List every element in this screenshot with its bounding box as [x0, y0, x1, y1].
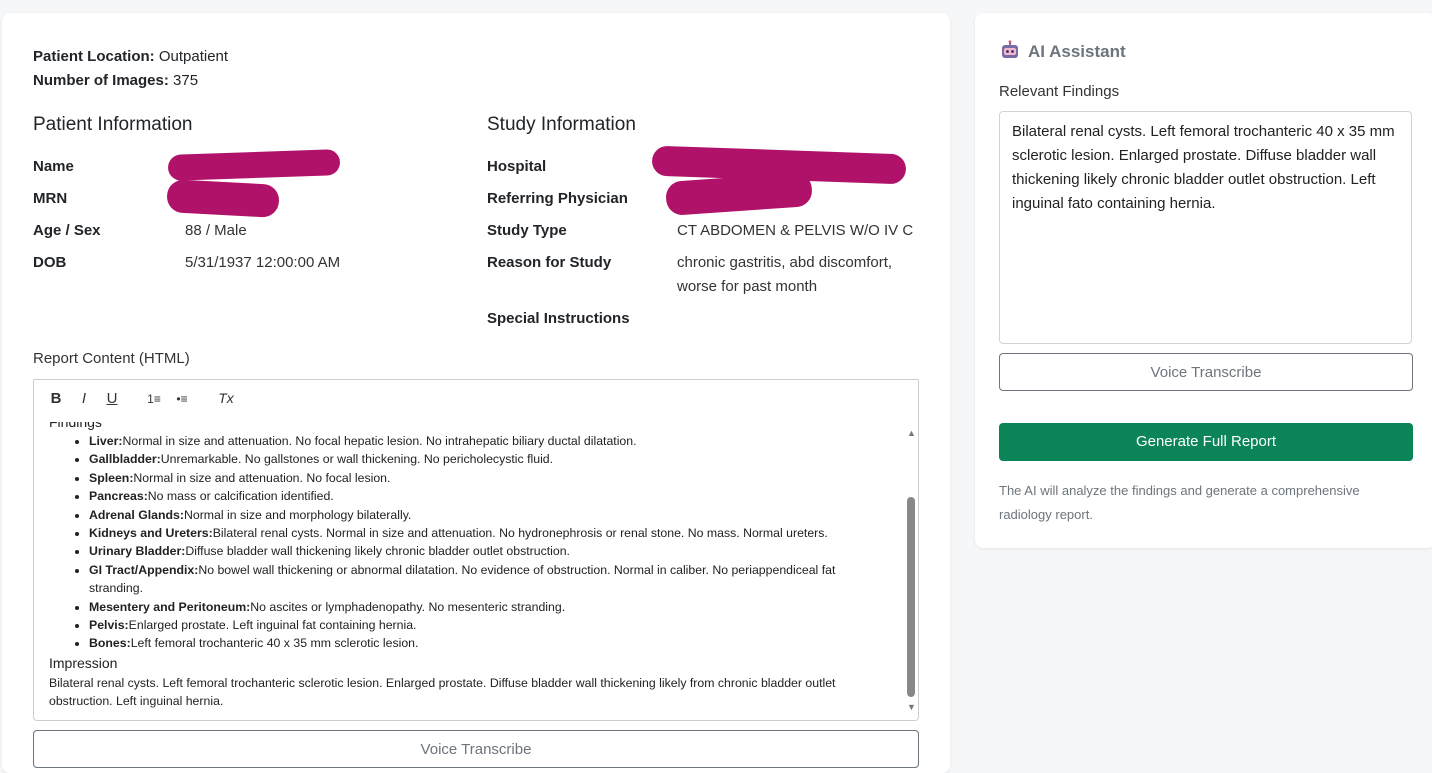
finding-item: Urinary Bladder:Diffuse bladder wall thi…: [89, 542, 889, 560]
finding-text: No ascites or lymphadenopathy. No mesent…: [250, 599, 566, 614]
finding-text: Bilateral renal cysts. Normal in size an…: [212, 526, 828, 541]
dob-label: DOB: [33, 254, 67, 271]
bullet-list-button[interactable]: •≡: [172, 392, 192, 406]
relevant-findings-textarea[interactable]: Bilateral renal cysts. Left femoral troc…: [999, 111, 1412, 344]
finding-item: Bones:Left femoral trochanteric 40 x 35 …: [89, 634, 889, 652]
relevant-findings-label: Relevant Findings: [999, 83, 1120, 100]
dob-value: 5/31/1937 12:00:00 AM: [185, 254, 341, 271]
finding-text: No mass or calcification identified.: [147, 489, 334, 504]
finding-organ: Liver:: [89, 434, 123, 448]
ai-voice-transcribe-button[interactable]: Voice Transcribe: [999, 353, 1413, 391]
finding-item: Mesentery and Peritoneum:No ascites or l…: [89, 598, 889, 616]
editor-scrollbar[interactable]: ▲ ▼: [904, 422, 918, 720]
finding-text: Enlarged prostate. Left inguinal fat con…: [128, 618, 417, 633]
number-of-images: Number of Images: 375: [33, 72, 198, 89]
hospital-label: Hospital: [487, 158, 547, 175]
impression-heading: Impression: [49, 654, 118, 671]
name-label: Name: [33, 158, 74, 175]
finding-organ: Pancreas:: [89, 489, 148, 504]
finding-text: Unremarkable. No gallstones or wall thic…: [160, 452, 554, 467]
study-type-label: Study Type: [487, 222, 567, 239]
editor-content[interactable]: Findings Liver:Normal in size and attenu…: [49, 422, 889, 710]
redaction-mark: [167, 149, 341, 181]
patient-info-title: Patient Information: [33, 114, 193, 135]
ordered-list-button[interactable]: 1≡: [144, 392, 164, 406]
study-type-value: CT ABDOMEN & PELVIS W/O IV C: [677, 222, 914, 239]
scroll-up-arrow-icon[interactable]: ▲: [907, 428, 916, 438]
redaction-mark: [664, 171, 814, 217]
finding-item: Spleen:Normal in size and attenuation. N…: [89, 469, 889, 487]
finding-item: Gallbladder:Unremarkable. No gallstones …: [89, 450, 889, 468]
reason-label: Reason for Study: [487, 254, 612, 271]
finding-organ: Mesentery and Peritoneum:: [89, 599, 251, 614]
robot-icon: [1002, 40, 1018, 58]
finding-organ: Spleen:: [89, 470, 134, 485]
finding-item: Pancreas:No mass or calcification identi…: [89, 487, 889, 505]
age-sex-label: Age / Sex: [33, 222, 101, 239]
finding-text: Normal in size and morphology bilaterall…: [183, 507, 412, 522]
scroll-thumb[interactable]: [907, 497, 915, 697]
bold-button[interactable]: B: [46, 390, 66, 407]
finding-text: Diffuse bladder wall thickening likely c…: [185, 544, 570, 559]
special-instructions-label: Special Instructions: [487, 310, 630, 327]
redaction-mark: [166, 179, 280, 218]
report-content-label: Report Content (HTML): [33, 350, 190, 367]
ai-assistant-title: AI Assistant: [1028, 42, 1126, 61]
underline-button[interactable]: U: [102, 390, 122, 407]
finding-text: Normal in size and attenuation. No focal…: [122, 434, 637, 448]
report-voice-transcribe-button[interactable]: Voice Transcribe: [33, 730, 919, 768]
finding-organ: Kidneys and Ureters:: [89, 526, 213, 541]
finding-organ: Gallbladder:: [89, 452, 161, 467]
location-label: Patient Location:: [33, 48, 155, 65]
reason-value-line2: worse for past month: [677, 278, 818, 295]
finding-text: Normal in size and attenuation. No focal…: [133, 470, 391, 485]
findings-heading: Findings: [49, 422, 102, 430]
images-label: Number of Images:: [33, 72, 169, 89]
editor-toolbar: B I U 1≡ •≡ Tx: [33, 379, 919, 423]
ai-assistant-card: AI Assistant Relevant Findings Bilateral…: [975, 13, 1432, 548]
reason-value-line1: chronic gastritis, abd discomfort,: [677, 254, 893, 271]
scroll-down-arrow-icon[interactable]: ▼: [907, 702, 916, 712]
study-info-title: Study Information: [487, 114, 636, 135]
patient-location: Patient Location: Outpatient: [33, 48, 228, 65]
clear-format-button[interactable]: Tx: [216, 390, 236, 406]
italic-button[interactable]: I: [74, 390, 94, 407]
location-value: Outpatient: [158, 48, 229, 65]
finding-item: Adrenal Glands:Normal in size and morpho…: [89, 506, 889, 524]
mrn-label: MRN: [33, 190, 68, 207]
finding-item: GI Tract/Appendix:No bowel wall thickeni…: [89, 561, 889, 598]
finding-item: Liver:Normal in size and attenuation. No…: [89, 432, 889, 450]
impression-text: Bilateral renal cysts. Left femoral troc…: [49, 675, 836, 708]
finding-item: Kidneys and Ureters:Bilateral renal cyst…: [89, 524, 889, 542]
report-editor[interactable]: Findings Liver:Normal in size and attenu…: [33, 422, 919, 721]
finding-item: Pelvis:Enlarged prostate. Left inguinal …: [89, 616, 889, 634]
finding-organ: Urinary Bladder:: [89, 544, 186, 559]
finding-organ: GI Tract/Appendix:: [89, 562, 199, 577]
images-value: 375: [173, 72, 199, 89]
finding-text: Left femoral trochanteric 40 x 35 mm scl…: [130, 636, 419, 651]
generate-full-report-button[interactable]: Generate Full Report: [999, 423, 1413, 461]
finding-organ: Adrenal Glands:: [89, 507, 184, 522]
referring-physician-label: Referring Physician: [487, 190, 628, 207]
report-card: Patient Location: Outpatient Number of I…: [2, 13, 950, 773]
finding-organ: Bones:: [89, 636, 131, 651]
ai-note: The AI will analyze the findings and gen…: [999, 483, 1360, 522]
finding-text: No bowel wall thickening or abnormal dil…: [89, 562, 836, 596]
age-sex-value: 88 / Male: [185, 222, 247, 239]
finding-organ: Pelvis:: [89, 618, 129, 633]
findings-list: Liver:Normal in size and attenuation. No…: [49, 432, 889, 653]
